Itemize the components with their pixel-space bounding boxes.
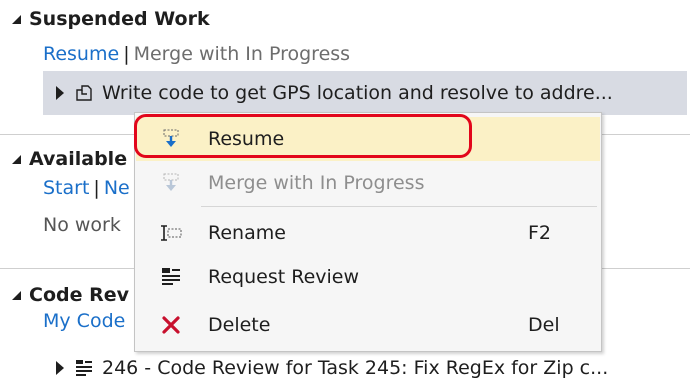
action-separator: | [123,43,130,65]
menu-item-shortcut: Del [528,314,560,336]
rename-icon [158,220,184,246]
delete-icon [158,312,184,338]
suspended-work-title: Suspended Work [29,8,210,30]
request-review-icon [158,264,184,290]
expand-triangle-icon[interactable] [56,86,64,100]
available-work-title: Available [29,148,128,170]
code-review-item[interactable]: 246 - Code Review for Task 245: Fix RegE… [43,350,608,386]
resume-highlight-annotation [134,114,472,158]
menu-item-rename[interactable]: Rename F2 [136,211,600,255]
start-link[interactable]: Start [43,177,89,199]
code-review-header[interactable]: Code Rev [12,278,129,312]
collapse-triangle-icon[interactable] [12,14,21,24]
suspended-work-header[interactable]: Suspended Work [12,2,210,36]
menu-item-label: Request Review [208,266,360,288]
new-link[interactable]: Ne [104,177,130,199]
suspended-item-label: Write code to get GPS location and resol… [102,82,613,104]
collapse-triangle-icon[interactable] [12,290,21,300]
available-actions: Start | Ne [43,171,130,205]
no-work-text: No work [43,214,121,236]
menu-item-delete[interactable]: Delete Del [136,303,600,347]
resume-link[interactable]: Resume [43,43,119,65]
merge-icon [158,170,184,196]
my-code-reviews-link[interactable]: My Code [43,310,125,344]
my-code-link-label[interactable]: My Code [43,310,125,332]
menu-item-label: Delete [208,314,271,336]
code-review-item-label: 246 - Code Review for Task 245: Fix RegE… [102,357,609,379]
expand-triangle-icon[interactable] [56,361,64,375]
action-separator: | [93,177,100,199]
merge-with-in-progress-link[interactable]: Merge with In Progress [134,43,350,65]
code-review-title: Code Rev [29,284,130,306]
menu-item-label: Rename [208,222,286,244]
menu-separator [201,206,597,207]
code-review-icon [76,360,92,376]
menu-item-label: Merge with In Progress [208,172,425,194]
suspended-work-icon [76,85,92,101]
menu-item-shortcut: F2 [528,222,552,244]
suspended-actions: Resume | Merge with In Progress [43,37,350,71]
menu-item-merge-with-in-progress[interactable]: Merge with In Progress [136,161,600,205]
collapse-triangle-icon[interactable] [12,154,21,164]
menu-item-request-review[interactable]: Request Review [136,255,600,299]
suspended-work-item[interactable]: Write code to get GPS location and resol… [43,71,687,115]
